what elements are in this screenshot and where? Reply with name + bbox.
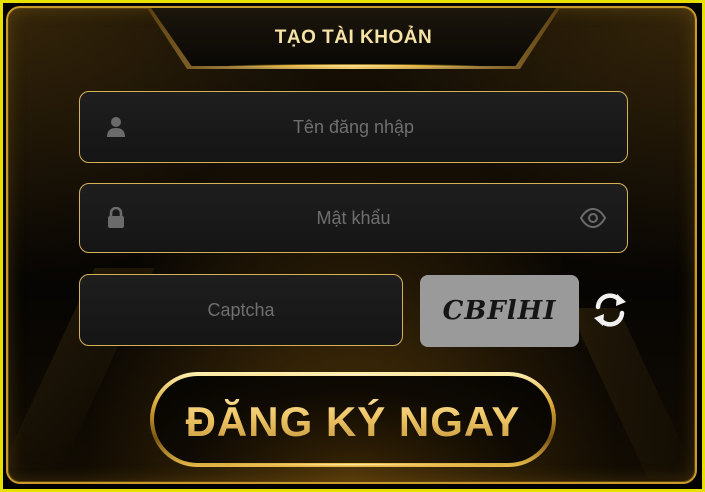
register-dialog: TẠO TÀI KHOẢN CBFlHI: [6, 6, 697, 484]
button-shine-bottom: [230, 463, 476, 466]
captcha-field[interactable]: [79, 274, 403, 346]
captcha-input[interactable]: [80, 275, 402, 345]
dialog-title: TẠO TÀI KHOẢN: [274, 27, 433, 48]
background-decor: [568, 308, 695, 478]
register-button-inner: ĐĂNG KÝ NGAY: [154, 376, 552, 463]
register-button[interactable]: ĐĂNG KÝ NGAY: [150, 372, 556, 467]
refresh-icon[interactable]: [590, 290, 630, 330]
button-shine: [210, 373, 496, 376]
password-input[interactable]: [80, 184, 627, 252]
eye-icon[interactable]: [579, 207, 607, 229]
lock-icon: [107, 206, 125, 229]
user-icon: [106, 116, 126, 138]
password-field[interactable]: [79, 183, 628, 253]
username-input[interactable]: [80, 92, 627, 162]
captcha-image: CBFlHI: [420, 275, 579, 347]
register-button-label: ĐĂNG KÝ NGAY: [154, 376, 552, 463]
username-field[interactable]: [79, 91, 628, 163]
